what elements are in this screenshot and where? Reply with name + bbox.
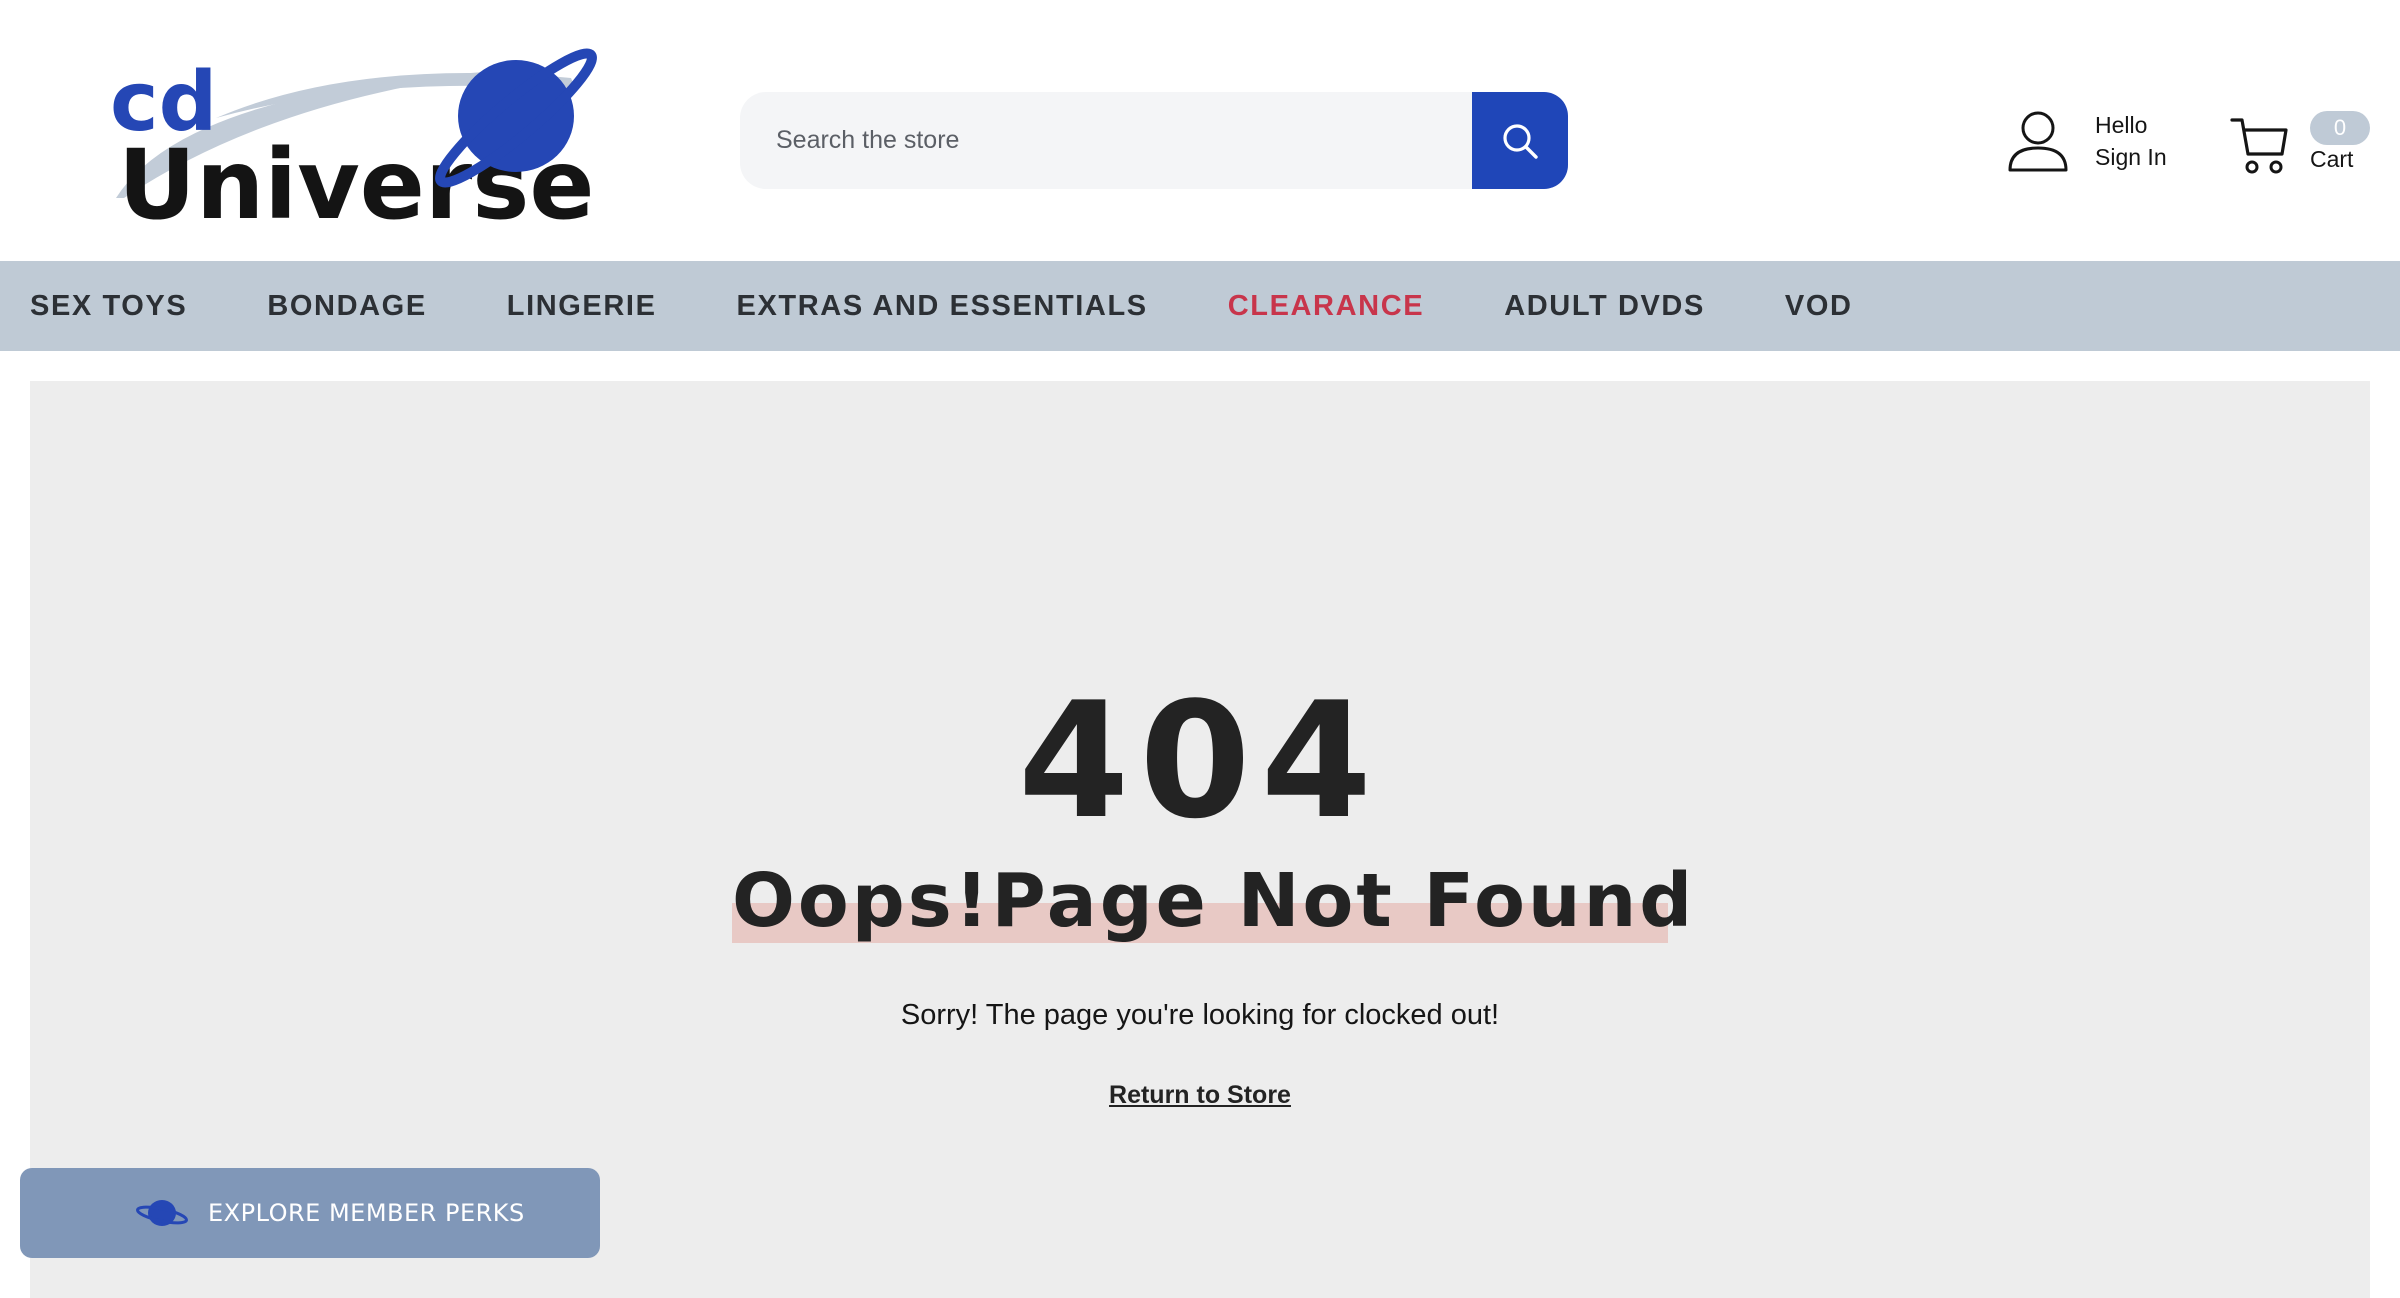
nav-item-extras-and-essentials[interactable]: EXTRAS AND ESSENTIALS xyxy=(737,290,1148,323)
user-icon xyxy=(2008,111,2068,172)
cart-label: Cart xyxy=(2310,146,2354,172)
account-greeting: Hello xyxy=(2095,112,2148,138)
search-input[interactable] xyxy=(740,92,1472,189)
logo-graphic: cd Universe xyxy=(110,48,597,241)
error-message: Sorry! The page you're looking for clock… xyxy=(900,999,1500,1031)
member-perks-button[interactable]: EXPLORE MEMBER PERKS xyxy=(20,1168,600,1258)
search-icon xyxy=(1503,123,1538,159)
planet-icon xyxy=(136,1200,188,1226)
cart-icon xyxy=(2230,118,2288,174)
return-link-row: Return to Store xyxy=(30,1081,2370,1110)
search-bar xyxy=(740,92,1568,189)
nav-item-lingerie[interactable]: LINGERIE xyxy=(507,290,657,323)
main-nav: SEX TOYS BONDAGE LINGERIE EXTRAS AND ESS… xyxy=(0,261,2400,351)
nav-item-vod[interactable]: VOD xyxy=(1785,290,1853,323)
cart-count-badge: 0 xyxy=(2310,111,2370,145)
return-to-store-link[interactable]: Return to Store xyxy=(1109,1081,1291,1109)
error-code: 404 xyxy=(1018,667,1382,854)
error-title-block: Oops!Page Not Found xyxy=(732,851,1696,951)
nav-item-adult-dvds[interactable]: ADULT DVDS xyxy=(1504,290,1705,323)
search-button[interactable] xyxy=(1472,92,1568,189)
error-panel: 404 Oops!Page Not Found Sorry! The page … xyxy=(30,381,2370,1298)
account-sign-in[interactable]: Hello Sign In xyxy=(2005,108,2167,174)
nav-item-bondage[interactable]: BONDAGE xyxy=(267,290,426,323)
nav-item-sex-toys[interactable]: SEX TOYS xyxy=(30,290,187,323)
nav-item-clearance[interactable]: CLEARANCE xyxy=(1228,290,1424,323)
account-text: Hello Sign In xyxy=(2095,109,2167,173)
account-sign-in-label[interactable]: Sign In xyxy=(2095,141,2167,173)
member-perks-label: EXPLORE MEMBER PERKS xyxy=(208,1199,525,1227)
site-header: cd Universe Hello Sign In xyxy=(0,0,2400,260)
error-title: Oops!Page Not Found xyxy=(732,858,1696,944)
site-logo[interactable]: cd Universe xyxy=(96,48,616,241)
